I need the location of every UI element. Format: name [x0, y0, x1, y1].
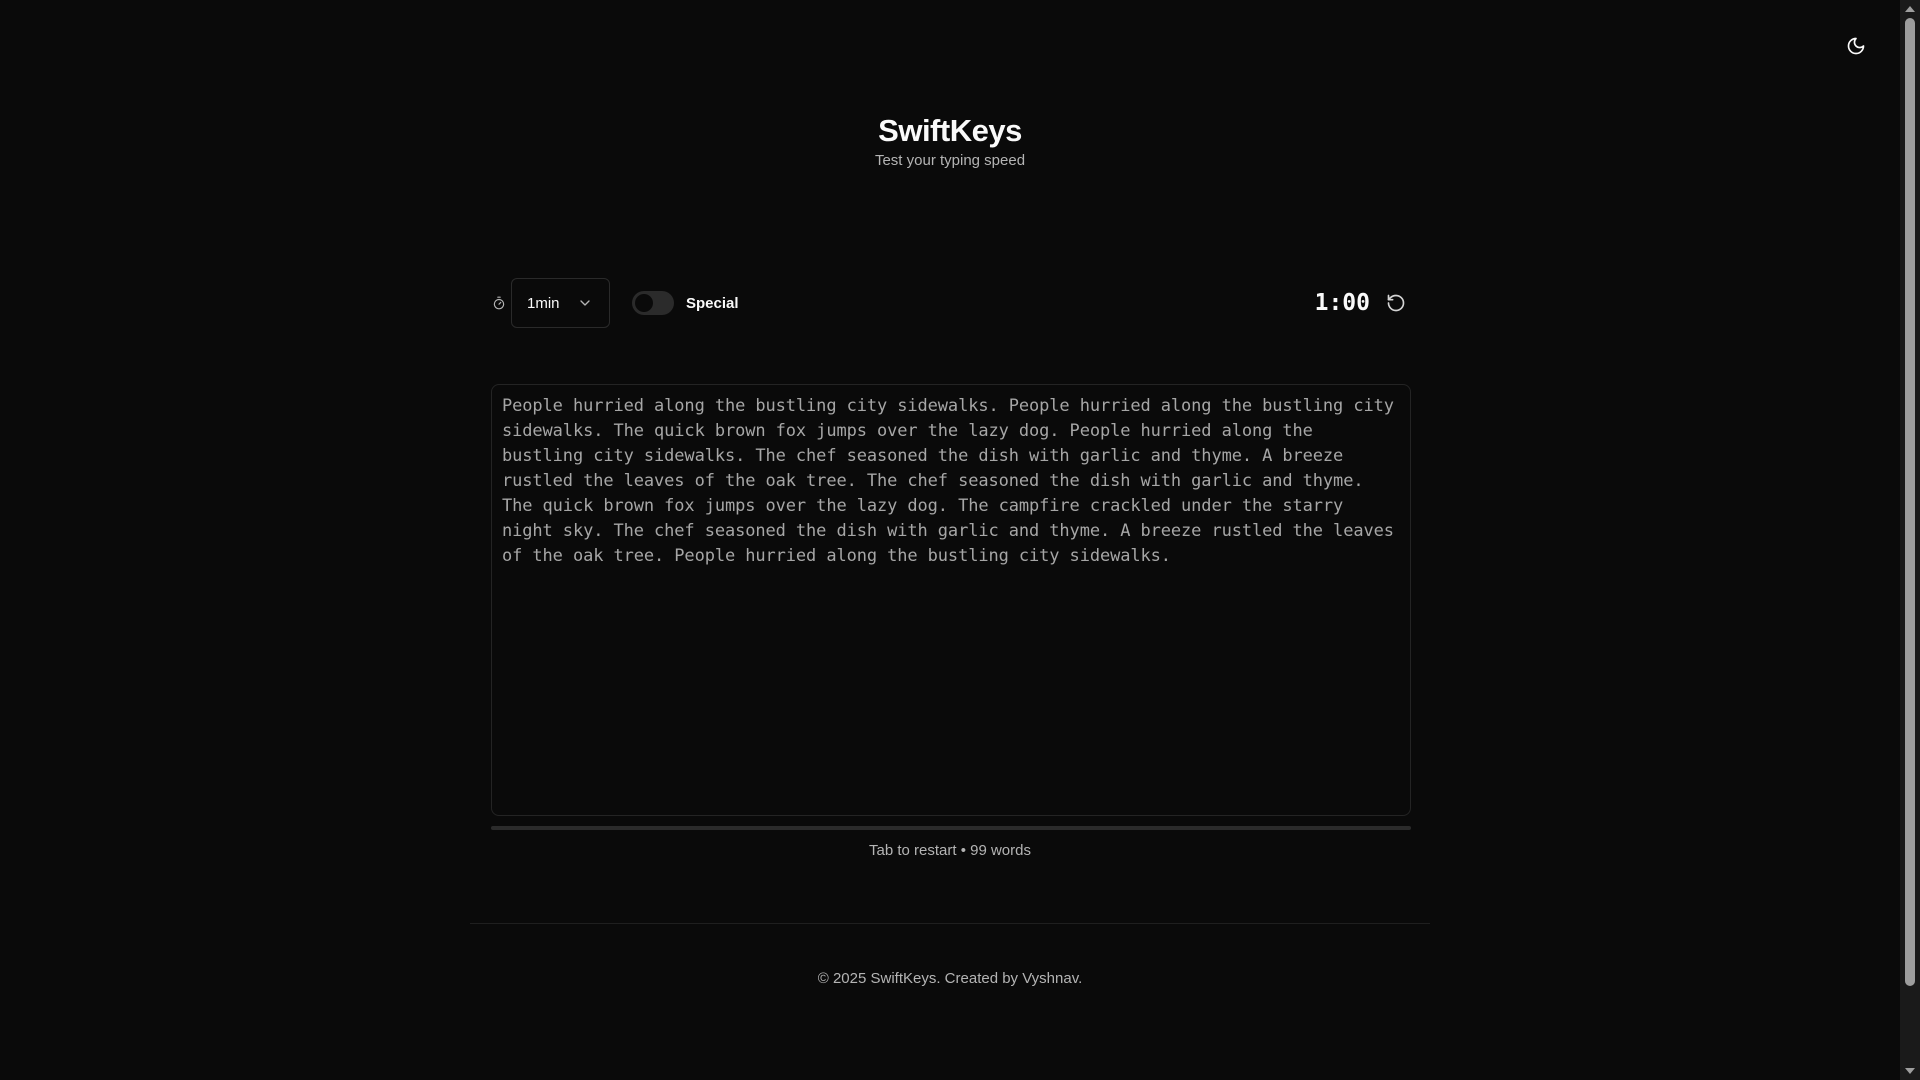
- scroll-up-arrow-icon[interactable]: [1904, 3, 1916, 15]
- passage-text: People hurried along the bustling city s…: [502, 396, 1394, 566]
- header: SwiftKeys Test your typing speed: [0, 110, 1900, 170]
- duration-value: 1min: [527, 294, 560, 312]
- scroll-down-arrow-icon[interactable]: [1904, 1065, 1916, 1077]
- restart-button[interactable]: [1384, 291, 1408, 315]
- chevron-down-icon: [580, 300, 590, 306]
- typing-area[interactable]: People hurried along the bustling city s…: [491, 384, 1411, 816]
- duration-select[interactable]: 1min: [511, 278, 610, 328]
- rotate-ccw-icon: [1387, 294, 1405, 312]
- scrollbar[interactable]: [1900, 0, 1920, 1080]
- toggle-knob: [635, 294, 653, 312]
- toolbar: 1min Special 1:00: [491, 278, 1410, 328]
- progress-bar: [491, 826, 1411, 830]
- countdown-timer: 1:00: [1314, 290, 1370, 316]
- special-label: Special: [686, 294, 739, 312]
- moon-icon: [1847, 37, 1865, 55]
- scrollbar-thumb[interactable]: [1905, 18, 1915, 986]
- app-title: SwiftKeys: [878, 113, 1022, 148]
- footer-divider: [470, 923, 1430, 924]
- special-toggle[interactable]: [632, 291, 674, 315]
- page: SwiftKeys Test your typing speed 1min Sp…: [0, 0, 1900, 1080]
- theme-toggle-button[interactable]: [1840, 30, 1872, 62]
- app-subtitle: Test your typing speed: [874, 152, 1026, 169]
- timer-icon: [491, 295, 507, 311]
- restart-hint: Tab to restart • 99 words: [869, 842, 1031, 859]
- footer-copyright: © 2025 SwiftKeys. Created by Vyshnav.: [817, 970, 1083, 987]
